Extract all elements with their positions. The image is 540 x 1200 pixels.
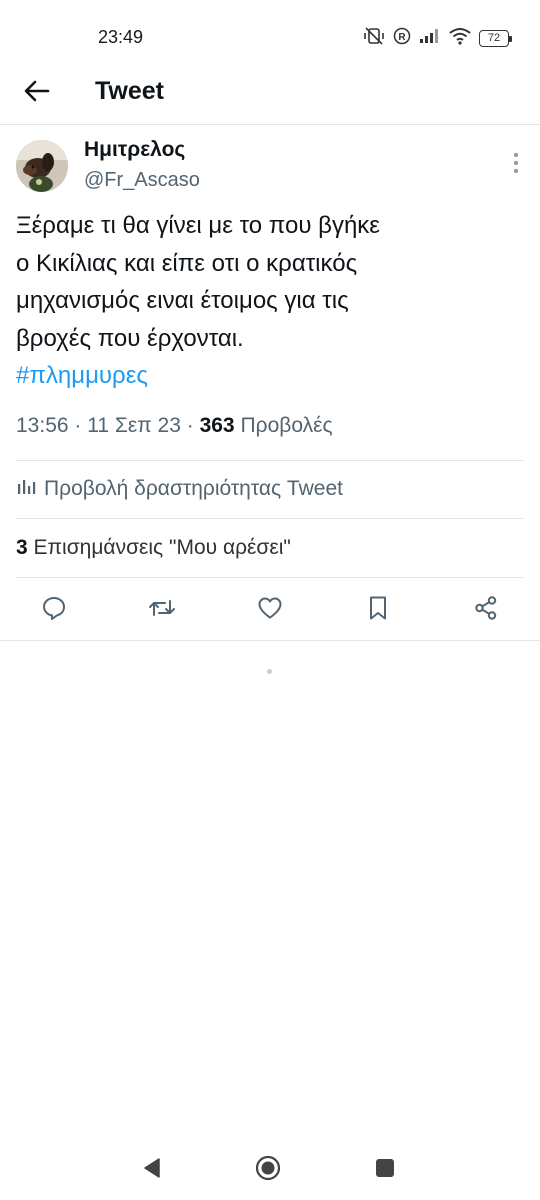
views-count: 363 xyxy=(199,414,235,437)
analytics-icon xyxy=(16,476,38,502)
top-app-bar: Tweet xyxy=(0,72,540,125)
loading-indicator xyxy=(267,669,272,674)
tweet-text-line: ο Κικίλιας και είπε οτι ο κρατικός xyxy=(16,249,358,277)
author-handle[interactable]: @Fr_Ascaso xyxy=(84,169,200,192)
view-tweet-activity-link[interactable]: Προβολή δραστηριότητας Tweet xyxy=(16,476,343,502)
page-title: Tweet xyxy=(95,77,164,105)
system-back-button[interactable] xyxy=(134,1152,170,1188)
tweet-text-line: μηχανισμός ειναι έτοιμος για τις xyxy=(16,287,349,314)
svg-text:R: R xyxy=(398,32,406,43)
signal-icon xyxy=(419,28,441,49)
triangle-back-icon xyxy=(142,1157,162,1184)
tweet-date: 11 Σεπ 23 xyxy=(87,414,181,437)
retweet-button[interactable] xyxy=(142,590,182,630)
reply-button[interactable] xyxy=(34,590,74,630)
more-options-button[interactable] xyxy=(506,148,526,178)
mute-vibrate-icon xyxy=(363,26,385,51)
divider xyxy=(16,518,524,519)
status-bar: 23:49 R 72 xyxy=(0,0,540,72)
share-button[interactable] xyxy=(466,590,506,630)
retweet-icon xyxy=(148,596,176,625)
system-home-button[interactable] xyxy=(250,1152,286,1188)
like-button[interactable] xyxy=(250,590,290,630)
views-label: Προβολές xyxy=(240,414,333,437)
author-display-name[interactable]: Ημιτρελος xyxy=(84,138,185,162)
tweet-text: Ξέραμε τι θα γίνει με το που βγήκε ο Κικ… xyxy=(16,207,516,395)
heart-icon xyxy=(257,596,283,625)
tweet-time: 13:56 xyxy=(16,414,69,437)
divider xyxy=(16,460,524,461)
divider xyxy=(0,640,540,641)
tweet-text-line: Ξέραμε τι θα γίνει με το που βγήκε xyxy=(16,212,380,239)
share-icon xyxy=(473,595,499,626)
tweet-actions xyxy=(0,590,540,630)
hashtag-link[interactable]: #πλημμυρες xyxy=(16,357,516,395)
divider xyxy=(16,577,524,578)
likes-label: Επισημάνσεις "Μου αρέσει" xyxy=(33,536,291,559)
more-vertical-icon xyxy=(514,153,518,157)
tweet-text-line: βροχές που έρχονται. xyxy=(16,324,244,352)
status-icons: R 72 xyxy=(363,26,512,51)
arrow-left-icon xyxy=(24,80,50,107)
circle-home-icon xyxy=(254,1154,282,1187)
system-navigation-bar xyxy=(0,1140,540,1200)
avatar[interactable] xyxy=(16,140,68,192)
back-button[interactable] xyxy=(20,76,54,110)
bookmark-button[interactable] xyxy=(358,590,398,630)
system-recents-button[interactable] xyxy=(367,1152,403,1188)
battery-level: 72 xyxy=(479,30,509,47)
status-time: 23:49 xyxy=(98,27,144,47)
tweet-meta: 13:56 · 11 Σεπ 23 · 363 Προβολές xyxy=(16,414,333,437)
reply-icon xyxy=(41,595,67,626)
wifi-icon xyxy=(449,27,471,50)
likes-count: 3 xyxy=(16,536,28,559)
likes-link[interactable]: 3 Επισημάνσεις "Μου αρέσει" xyxy=(16,536,291,560)
square-recents-icon xyxy=(374,1157,396,1184)
tweet-author: Ημιτρελος @Fr_Ascaso xyxy=(16,138,526,198)
registered-icon: R xyxy=(393,27,411,50)
battery-icon: 72 xyxy=(479,30,512,47)
view-tweet-activity-label: Προβολή δραστηριότητας Tweet xyxy=(44,477,343,500)
bookmark-icon xyxy=(367,595,389,626)
